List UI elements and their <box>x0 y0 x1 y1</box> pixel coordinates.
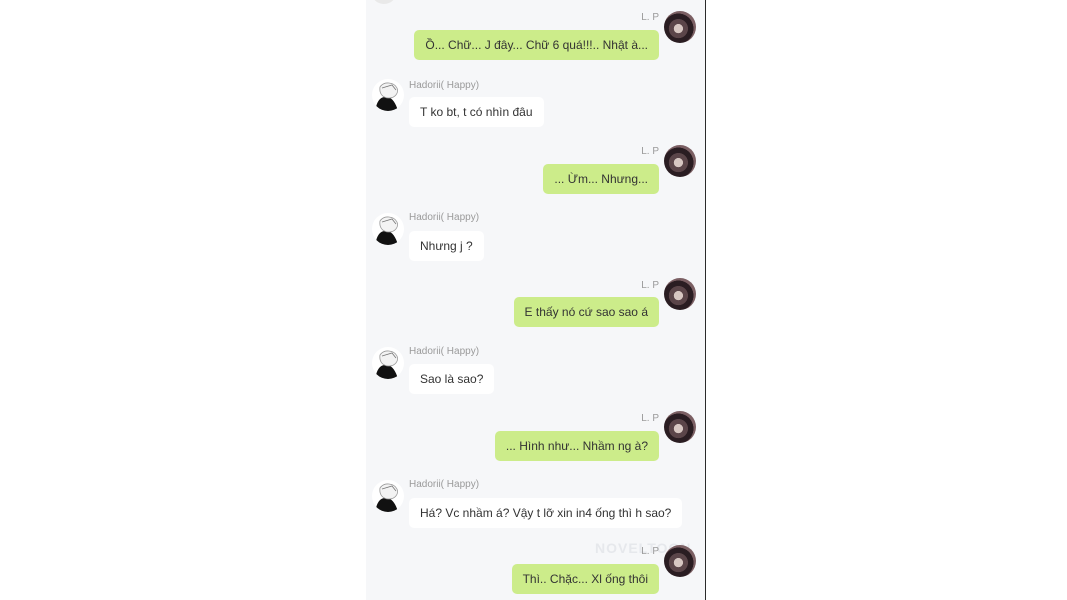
chat-panel[interactable]: NOVELTOON L. P Ồ... Chữ... J đây... Chữ … <box>366 0 706 600</box>
sender-name: L. P <box>641 146 659 157</box>
avatar[interactable] <box>664 11 696 43</box>
avatar[interactable] <box>664 145 696 177</box>
message-bubble[interactable]: Há? Vc nhầm á? Vậy t lỡ xin in4 ống thì … <box>409 498 683 528</box>
avatar[interactable] <box>372 347 404 379</box>
sender-name: Hadorii( Happy) <box>409 212 480 223</box>
sender-name: Hadorii( Happy) <box>409 346 480 357</box>
message-bubble[interactable]: ... Hình như... Nhầm ng à? <box>494 431 659 461</box>
sender-name: L. P <box>641 413 659 424</box>
avatar[interactable] <box>372 213 404 245</box>
panel-divider <box>705 0 706 600</box>
avatar[interactable] <box>664 545 696 577</box>
message-bubble[interactable]: Sao là sao? <box>409 364 495 394</box>
message-bubble[interactable]: Nhưng j ? <box>409 231 484 261</box>
avatar-illustration <box>374 82 398 111</box>
avatar[interactable] <box>664 411 696 443</box>
avatar-illustration <box>374 483 398 512</box>
avatar[interactable] <box>372 79 404 111</box>
message-bubble[interactable]: ... Ừm... Nhưng... <box>543 164 659 194</box>
message-bubble[interactable]: E thấy nó cứ sao sao á <box>513 297 659 327</box>
avatar <box>371 0 397 4</box>
sender-name: L. P <box>641 12 659 23</box>
avatar[interactable] <box>664 278 696 310</box>
avatar[interactable] <box>372 480 404 512</box>
avatar-illustration <box>374 350 398 379</box>
sender-name: L. P <box>641 546 659 557</box>
avatar-illustration <box>374 216 398 245</box>
message-bubble[interactable]: Ồ... Chữ... J đây... Chữ 6 quá!!!.. Nhật… <box>414 30 659 60</box>
sender-name: Hadorii( Happy) <box>409 80 480 91</box>
message-bubble[interactable]: T ko bt, t có nhìn đâu <box>409 97 544 127</box>
sender-name: Hadorii( Happy) <box>409 479 480 490</box>
sender-name: L. P <box>641 280 659 291</box>
message-bubble[interactable]: Thì.. Chặc... Xl ống thôi <box>511 564 659 594</box>
